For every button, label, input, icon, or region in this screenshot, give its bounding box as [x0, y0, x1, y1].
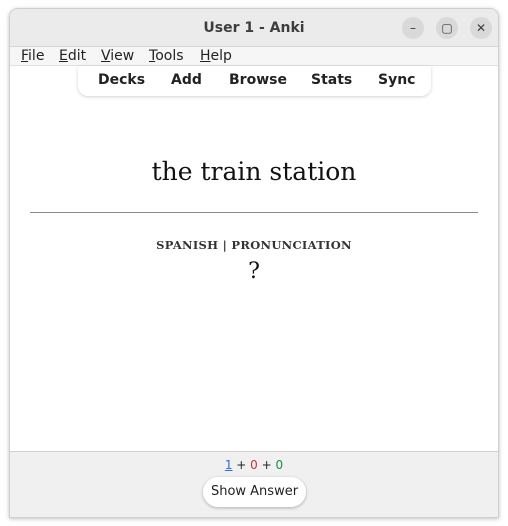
anki-main-window: User 1 - Anki – ▢ ✕ File Edit View Tools…	[9, 8, 499, 518]
toolbar-decks[interactable]: Decks	[98, 66, 145, 94]
toolbar-add[interactable]: Add	[171, 66, 202, 94]
menu-file-label: ile	[28, 48, 45, 64]
card-field-label: SPANISH | PRONUNCIATION	[156, 238, 352, 252]
show-answer-button[interactable]: Show Answer	[203, 477, 306, 507]
menu-bar: File Edit View Tools Help	[10, 47, 498, 66]
menu-help-label: elp	[210, 48, 232, 64]
learning-count: 0	[250, 458, 258, 472]
minimize-icon: –	[410, 21, 416, 35]
card-answer-placeholder: ?	[248, 259, 260, 284]
menu-view[interactable]: View	[101, 47, 134, 66]
menu-edit[interactable]: Edit	[59, 47, 86, 66]
count-separator: +	[232, 458, 251, 472]
main-toolbar: Decks Add Browse Stats Sync	[78, 66, 431, 96]
card-divider	[30, 212, 478, 213]
close-icon: ✕	[475, 21, 487, 35]
menu-view-label: iew	[110, 48, 135, 64]
due-counts: 1 + 0 + 0	[10, 458, 498, 472]
bottom-bar: 1 + 0 + 0 Show Answer	[10, 451, 498, 517]
title-bar[interactable]: User 1 - Anki – ▢ ✕	[10, 9, 498, 47]
menu-tools-label: ools	[155, 48, 184, 64]
menu-help[interactable]: Help	[200, 47, 232, 66]
menu-view-mnemonic: V	[101, 48, 111, 64]
menu-edit-label: dit	[67, 48, 87, 64]
toolbar-stats[interactable]: Stats	[311, 66, 352, 94]
menu-tools[interactable]: Tools	[149, 47, 184, 66]
toolbar-sync[interactable]: Sync	[378, 66, 415, 94]
maximize-button[interactable]: ▢	[436, 17, 458, 39]
menu-file-mnemonic: F	[21, 48, 29, 64]
card-front-text: the train station	[151, 157, 357, 186]
window-title: User 1 - Anki	[203, 20, 305, 36]
toolbar-browse[interactable]: Browse	[229, 66, 287, 94]
menu-edit-mnemonic: E	[59, 48, 68, 64]
count-separator: +	[257, 458, 276, 472]
maximize-icon: ▢	[441, 21, 453, 35]
menu-help-mnemonic: H	[200, 48, 211, 64]
close-button[interactable]: ✕	[470, 17, 492, 39]
review-count: 0	[275, 458, 284, 472]
menu-file[interactable]: File	[21, 47, 44, 66]
minimize-button[interactable]: –	[402, 17, 424, 39]
